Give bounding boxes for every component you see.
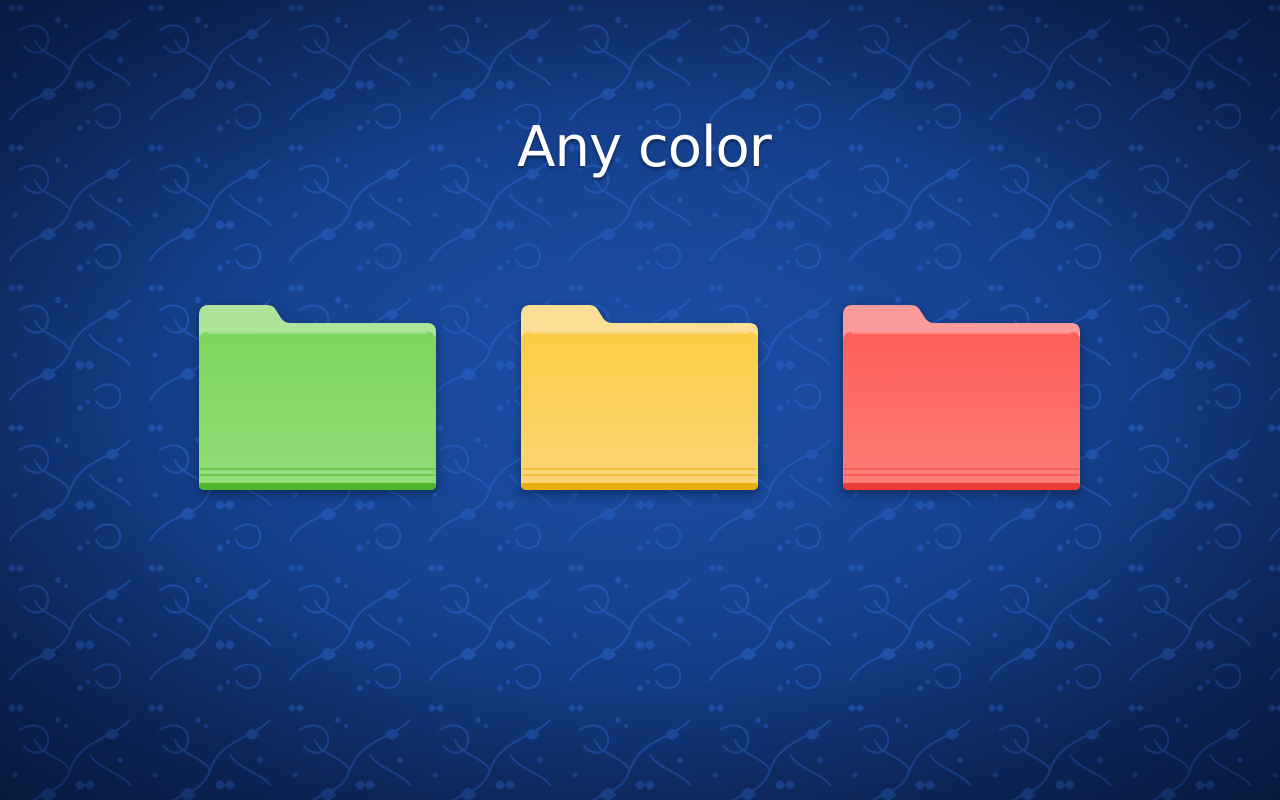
yellow-folder-icon[interactable] [521,303,759,491]
folder-graphic [843,305,1080,490]
folder-front-panel [199,332,436,490]
folder-front-panel [521,332,758,490]
folder-bottom-stripe [844,483,1079,487]
folder-bottom-stripe [522,483,757,487]
folder-graphic [199,305,436,490]
headline: Any color [517,115,772,180]
folder-front-panel [843,332,1080,490]
promo-canvas: Any color [0,0,1280,800]
green-folder-icon[interactable] [199,303,437,491]
red-folder-icon[interactable] [843,303,1081,491]
folder-graphic [521,305,758,490]
folder-bottom-stripe [200,483,435,487]
